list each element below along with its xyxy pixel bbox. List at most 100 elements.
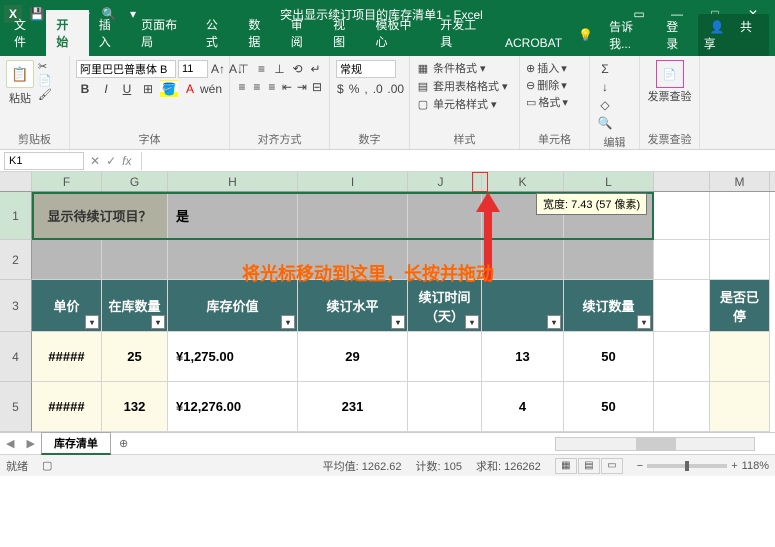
sheet-tab-active[interactable]: 库存清单 [41, 432, 111, 455]
filter-icon[interactable]: ▾ [547, 315, 561, 329]
invoice-button[interactable]: 发票查验 [646, 88, 693, 104]
currency-icon[interactable]: $ [336, 80, 345, 98]
fx-icon[interactable]: fx [122, 154, 135, 168]
align-top-icon[interactable]: ⊤ [236, 60, 251, 78]
align-bottom-icon[interactable]: ⊥ [272, 60, 287, 78]
border-button[interactable]: ⊞ [139, 80, 157, 98]
cell-I5[interactable]: 231 [298, 382, 408, 432]
cell-J5[interactable] [408, 382, 482, 432]
zoom-control[interactable]: − + 118% [637, 460, 769, 472]
increase-decimal-icon[interactable]: .0 [372, 80, 384, 98]
tab-home[interactable]: 开始 [46, 10, 88, 56]
header-stock[interactable]: 在库数量▾ [102, 280, 168, 332]
header-value[interactable]: 库存价值▾ [168, 280, 298, 332]
cell-G5[interactable]: 132 [102, 382, 168, 432]
format-painter-icon[interactable]: 🖌 [38, 88, 52, 101]
login-button[interactable]: 登录 [660, 14, 693, 56]
zoom-level[interactable]: 118% [742, 460, 769, 472]
format-cells-button[interactable]: ▭格式 ▾ [526, 94, 583, 110]
header-level[interactable]: 续订水平▾ [298, 280, 408, 332]
align-middle-icon[interactable]: ≡ [254, 60, 269, 78]
zoom-slider[interactable] [647, 464, 727, 468]
col-L[interactable]: L [564, 172, 654, 191]
tab-data[interactable]: 数据 [238, 10, 280, 56]
fill-icon[interactable]: ↓ [596, 78, 614, 96]
tell-me[interactable]: 告诉我... [603, 14, 656, 56]
clear-icon[interactable]: ◇ [596, 96, 614, 114]
row-5[interactable]: 5 [0, 382, 32, 432]
comma-icon[interactable]: , [363, 80, 368, 98]
table-format-button[interactable]: ▤套用表格格式 ▾ [416, 78, 513, 94]
increase-font-icon[interactable]: A↑ [210, 60, 226, 78]
cell-J4[interactable] [408, 332, 482, 382]
row-2[interactable]: 2 [0, 240, 32, 280]
filter-icon[interactable]: ▾ [151, 315, 165, 329]
cell-J1[interactable] [408, 192, 482, 240]
cell-L5[interactable]: 50 [564, 382, 654, 432]
col-I[interactable]: I [298, 172, 408, 191]
autosum-icon[interactable]: Σ [596, 60, 614, 78]
cell-K5[interactable]: 4 [482, 382, 564, 432]
filter-icon[interactable]: ▾ [637, 315, 651, 329]
cell-L2[interactable] [564, 240, 654, 280]
add-sheet-icon[interactable]: ⊕ [111, 437, 136, 450]
cell-H1[interactable]: 是 [168, 192, 298, 240]
fill-color-button[interactable]: 🪣 [160, 80, 178, 98]
cell-I1[interactable] [298, 192, 408, 240]
percent-icon[interactable]: % [348, 80, 361, 98]
col-F[interactable]: F [32, 172, 102, 191]
wrap-text-icon[interactable]: ↵ [308, 60, 323, 78]
column-resize-marker[interactable] [472, 172, 488, 192]
find-icon[interactable]: 🔍 [596, 114, 614, 132]
formula-enter-icon[interactable]: ✓ [106, 154, 116, 168]
merge-icon[interactable]: ⊟ [311, 78, 323, 96]
cell-F1[interactable]: 显示待续订项目？ [32, 192, 168, 240]
indent-dec-icon[interactable]: ⇤ [281, 78, 293, 96]
indent-inc-icon[interactable]: ⇥ [296, 78, 308, 96]
cell-M5a[interactable] [654, 382, 710, 432]
align-center-icon[interactable]: ≡ [251, 78, 263, 96]
header-time[interactable]: 续订时间（天）▾ [408, 280, 482, 332]
tab-layout[interactable]: 页面布局 [131, 10, 196, 56]
font-name-select[interactable] [76, 60, 176, 78]
tab-file[interactable]: 文件 [4, 10, 46, 56]
formula-bar[interactable] [141, 152, 775, 170]
filter-icon[interactable]: ▾ [391, 315, 405, 329]
col-M[interactable]: M [710, 172, 770, 191]
invoice-icon[interactable]: 📄 [656, 60, 684, 88]
filter-icon[interactable]: ▾ [465, 315, 479, 329]
copy-icon[interactable]: 📄 [38, 74, 52, 87]
underline-button[interactable]: U [118, 80, 136, 98]
cell-G2[interactable] [102, 240, 168, 280]
cell-I4[interactable]: 29 [298, 332, 408, 382]
tab-acrobat[interactable]: ACROBAT [495, 30, 572, 56]
cell-F4[interactable]: ##### [32, 332, 102, 382]
col-H[interactable]: H [168, 172, 298, 191]
header-stopped[interactable]: 是否已停 [710, 280, 770, 332]
conditional-format-button[interactable]: ▦条件格式 ▾ [416, 60, 513, 76]
orientation-icon[interactable]: ⟲ [290, 60, 305, 78]
tab-template[interactable]: 模板中心 [365, 10, 430, 56]
cell-K4[interactable]: 13 [482, 332, 564, 382]
row-1[interactable]: 1 [0, 192, 32, 240]
cell-M3a[interactable] [654, 280, 710, 332]
cell-M5[interactable] [710, 382, 770, 432]
phonetic-button[interactable]: wén [202, 80, 220, 98]
paste-button[interactable]: 📋 粘贴 [6, 60, 34, 106]
font-color-button[interactable]: A [181, 80, 199, 98]
bold-button[interactable]: B [76, 80, 94, 98]
align-left-icon[interactable]: ≡ [236, 78, 248, 96]
view-break-icon[interactable]: ▭ [601, 458, 623, 474]
view-page-icon[interactable]: ▤ [578, 458, 600, 474]
cell-H5[interactable]: ¥12,276.00 [168, 382, 298, 432]
cell-L4[interactable]: 50 [564, 332, 654, 382]
cell-M2[interactable] [710, 240, 770, 280]
header-K[interactable]: ▾ [482, 280, 564, 332]
font-size-select[interactable] [178, 60, 208, 78]
row-3[interactable]: 3 [0, 280, 32, 332]
cell-F2[interactable] [32, 240, 102, 280]
italic-button[interactable]: I [97, 80, 115, 98]
cell-styles-button[interactable]: ▢单元格样式 ▾ [416, 96, 513, 112]
zoom-in-icon[interactable]: + [731, 460, 737, 472]
share-button[interactable]: 👤 共享 [698, 14, 769, 56]
